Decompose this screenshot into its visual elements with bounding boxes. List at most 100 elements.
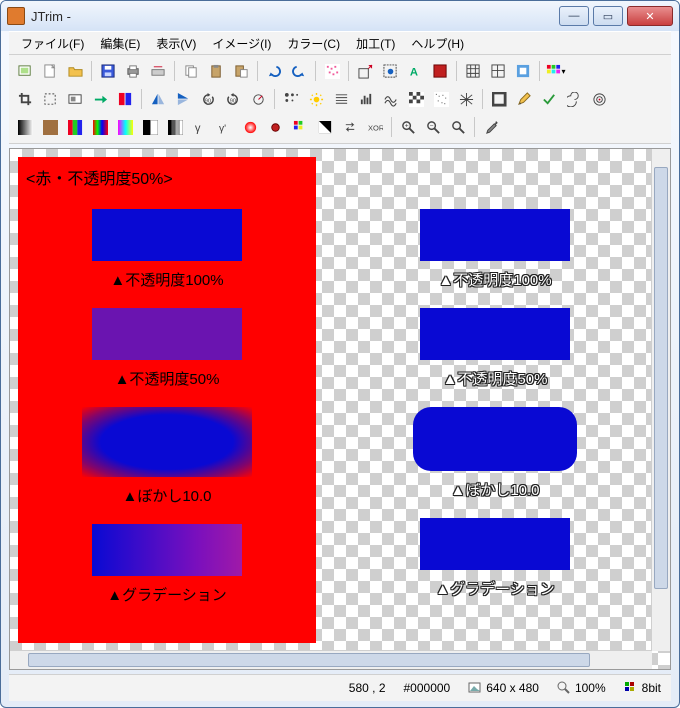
swatch-op50-right	[420, 308, 570, 360]
label-op50-right: ▲不透明度50%	[354, 368, 636, 389]
menu-file[interactable]: ファイル(F)	[15, 33, 90, 54]
canvas-icon[interactable]	[63, 87, 87, 111]
paste-icon[interactable]	[204, 59, 228, 83]
swatch-grad-right	[420, 518, 570, 570]
swatch-op50-left	[92, 308, 242, 360]
undo-icon[interactable]	[262, 59, 286, 83]
svg-text:90: 90	[229, 98, 235, 104]
text-icon[interactable]: A	[403, 59, 427, 83]
resize-up-icon[interactable]	[353, 59, 377, 83]
palette-icon[interactable]: ▾	[544, 59, 568, 83]
scrollbar-horizontal[interactable]	[10, 650, 652, 669]
app-icon	[7, 7, 25, 25]
fill-icon[interactable]	[428, 59, 452, 83]
scrollbar-vertical[interactable]	[651, 149, 670, 651]
arrow-right-icon[interactable]	[88, 87, 112, 111]
label-op100-left: ▲不透明度100%	[26, 269, 308, 290]
toolbar-row-2: 90 90	[13, 85, 667, 113]
histogram-icon[interactable]	[354, 87, 378, 111]
shift-icon[interactable]	[113, 87, 137, 111]
svg-text:90: 90	[204, 98, 210, 104]
svg-text:γ': γ'	[218, 123, 225, 134]
hue-icon[interactable]	[88, 115, 112, 139]
fit-icon[interactable]	[378, 59, 402, 83]
left-column: <赤・不透明度50%> ▲不透明度100% ▲不透明度50% ▲ぼかし10.0 …	[18, 157, 316, 643]
crop-icon[interactable]	[13, 87, 37, 111]
close-button[interactable]: ✕	[627, 6, 673, 26]
checker-icon[interactable]	[404, 87, 428, 111]
spectrum-icon[interactable]	[113, 115, 137, 139]
grid3-icon[interactable]	[461, 59, 485, 83]
zoom-out-icon[interactable]: −	[421, 115, 445, 139]
swatch-grad-left	[92, 524, 242, 576]
wallpaper-icon[interactable]	[511, 59, 535, 83]
new-icon[interactable]	[38, 59, 62, 83]
zoom-fit-icon[interactable]	[446, 115, 470, 139]
rot-free-icon[interactable]	[246, 87, 270, 111]
check-icon[interactable]	[537, 87, 561, 111]
svg-text:γ: γ	[194, 122, 200, 134]
rgb-split-icon[interactable]	[63, 115, 87, 139]
frame-icon[interactable]	[487, 87, 511, 111]
copy-icon[interactable]	[179, 59, 203, 83]
svg-text:−: −	[429, 122, 433, 129]
brightness-icon[interactable]	[304, 87, 328, 111]
titlebar[interactable]: JTrim - — ▭ ✕	[1, 1, 679, 31]
left-header: <赤・不透明度50%>	[26, 165, 308, 185]
label-grad-right: ▲グラデーション	[354, 578, 636, 599]
menu-help[interactable]: ヘルプ(H)	[405, 33, 470, 54]
eyedropper-icon[interactable]	[479, 115, 503, 139]
select-icon[interactable]	[38, 87, 62, 111]
burst-icon[interactable]	[454, 87, 478, 111]
dither-icon[interactable]	[320, 59, 344, 83]
right-column: ▲不透明度100% ▲不透明度50% ▲ぼかし10.0 ▲グラデーション	[346, 157, 644, 643]
sepia-icon[interactable]	[38, 115, 62, 139]
menu-process[interactable]: 加工(T)	[350, 33, 401, 54]
menu-color[interactable]: カラー(C)	[281, 33, 346, 54]
swatch-blur-left	[82, 407, 252, 477]
lines-icon[interactable]	[329, 87, 353, 111]
scanner-icon[interactable]	[146, 59, 170, 83]
reopen-icon[interactable]	[13, 59, 37, 83]
label-op50-left: ▲不透明度50%	[26, 368, 308, 389]
paste-new-icon[interactable]	[229, 59, 253, 83]
flip-h-icon[interactable]	[146, 87, 170, 111]
status-color: #000000	[404, 681, 451, 695]
gamma-icon[interactable]: γ	[188, 115, 212, 139]
xor-icon[interactable]: XOR	[363, 115, 387, 139]
palette2-icon[interactable]	[288, 115, 312, 139]
posterize-icon[interactable]	[163, 115, 187, 139]
spiral-icon[interactable]	[562, 87, 586, 111]
print-icon[interactable]	[121, 59, 145, 83]
open-icon[interactable]	[63, 59, 87, 83]
zoom-in-icon[interactable]: +	[396, 115, 420, 139]
menu-image[interactable]: イメージ(I)	[206, 33, 277, 54]
gamma2-icon[interactable]: γ'	[213, 115, 237, 139]
colorwheel-icon[interactable]	[238, 115, 262, 139]
save-icon[interactable]	[96, 59, 120, 83]
target-icon[interactable]	[587, 87, 611, 111]
svg-text:+: +	[404, 122, 408, 129]
app-window: JTrim - — ▭ ✕ ファイル(F) 編集(E) 表示(V) イメージ(I…	[0, 0, 680, 708]
menu-edit[interactable]: 編集(E)	[94, 33, 146, 54]
grid4-icon[interactable]	[486, 59, 510, 83]
brightness2-icon[interactable]	[263, 115, 287, 139]
invert-icon[interactable]	[313, 115, 337, 139]
grayscale-icon[interactable]	[13, 115, 37, 139]
redo-icon[interactable]	[287, 59, 311, 83]
halftone-icon[interactable]	[279, 87, 303, 111]
rot-left-icon[interactable]: 90	[196, 87, 220, 111]
label-blur-left: ▲ぼかし10.0	[26, 485, 308, 506]
rot-right-icon[interactable]: 90	[221, 87, 245, 111]
maximize-button[interactable]: ▭	[593, 6, 623, 26]
wave-icon[interactable]	[379, 87, 403, 111]
flip-v-icon[interactable]	[171, 87, 195, 111]
zoom-icon	[557, 681, 571, 695]
pencil-icon[interactable]	[512, 87, 536, 111]
menu-view[interactable]: 表示(V)	[150, 33, 202, 54]
swap-icon[interactable]	[338, 115, 362, 139]
canvas-area[interactable]: <赤・不透明度50%> ▲不透明度100% ▲不透明度50% ▲ぼかし10.0 …	[9, 148, 671, 670]
minimize-button[interactable]: —	[559, 6, 589, 26]
noise-icon[interactable]	[429, 87, 453, 111]
2tone-icon[interactable]	[138, 115, 162, 139]
